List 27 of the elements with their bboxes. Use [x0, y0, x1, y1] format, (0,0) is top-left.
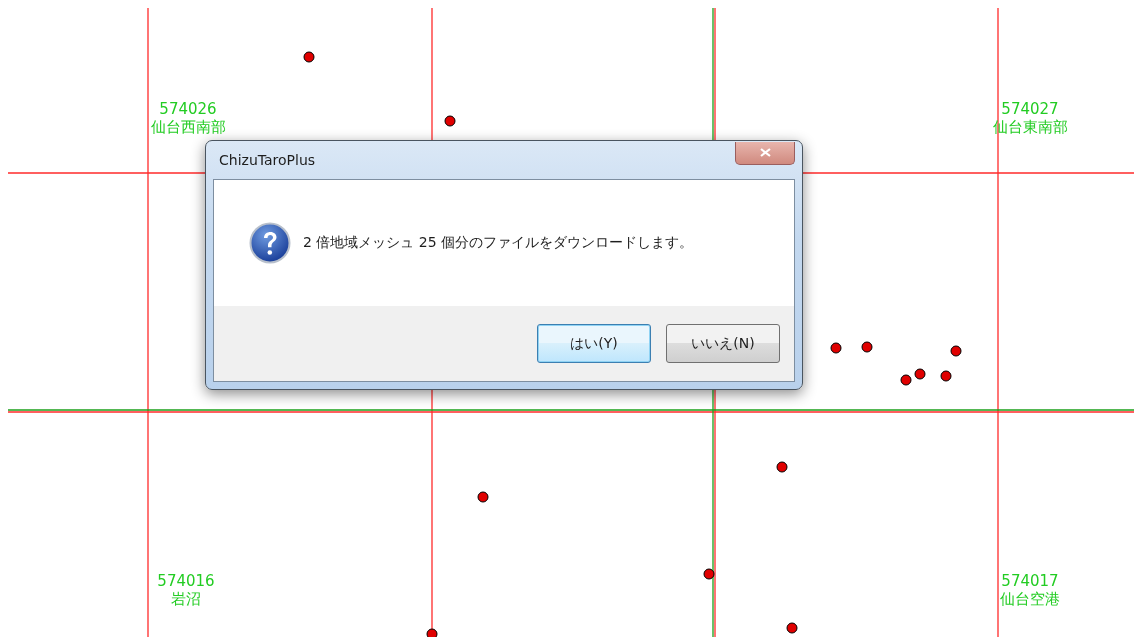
- point-marker: [477, 491, 489, 503]
- point-marker: [303, 51, 315, 63]
- point-marker: [950, 345, 962, 357]
- mesh-code: 574017: [1001, 572, 1059, 590]
- point-marker: [914, 368, 926, 380]
- mesh-name: 仙台西南部: [150, 118, 226, 136]
- point-marker: [426, 628, 438, 637]
- question-icon: [249, 222, 291, 264]
- point-marker: [900, 374, 912, 386]
- mesh-code: 574026: [159, 100, 217, 118]
- mesh-code: 574016: [157, 572, 215, 590]
- point-marker: [444, 115, 456, 127]
- point-marker: [830, 342, 842, 354]
- dialog-message: 2 倍地域メッシュ 25 個分のファイルをダウンロードします。: [303, 234, 694, 252]
- close-icon: [759, 148, 771, 157]
- no-button[interactable]: いいえ(N): [666, 324, 780, 363]
- close-button[interactable]: [735, 141, 795, 165]
- point-marker: [940, 370, 952, 382]
- mesh-name: 岩沼: [171, 590, 201, 608]
- point-marker: [776, 461, 788, 473]
- point-marker: [861, 341, 873, 353]
- window-title: ChizuTaroPlus: [218, 152, 316, 168]
- point-marker: [703, 568, 715, 580]
- mesh-name: 仙台空港: [1000, 590, 1060, 608]
- yes-button[interactable]: はい(Y): [537, 324, 651, 363]
- point-marker: [786, 622, 798, 634]
- mesh-code: 574027: [1001, 100, 1059, 118]
